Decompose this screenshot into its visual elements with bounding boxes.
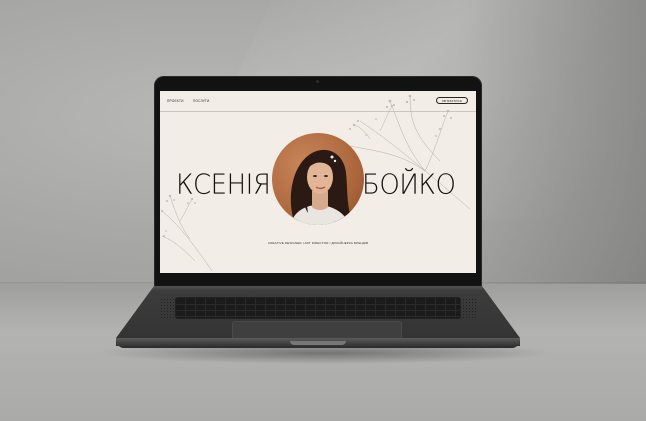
contact-button[interactable]: ЗВ'ЯЗАТИСЬ <box>436 97 468 104</box>
nav-services-link[interactable]: ПОСЛУГИ <box>193 99 210 103</box>
laptop-trackpad <box>232 321 402 339</box>
webcam <box>316 80 319 83</box>
profile-photo <box>272 133 364 225</box>
hero-tagline: CREATIVE DESIGNER | ART DIRECTOR | ДИЗАЙ… <box>267 241 369 245</box>
laptop-screen: ПРОЄКТИ ПОСЛУГИ ЗВ'ЯЗАТИСЬ КСЕНІЯ БОЙКО … <box>160 91 476 273</box>
botanical-sprig-icon <box>161 194 213 272</box>
portrait-illustration <box>290 149 354 225</box>
hero-last-name: БОЙКО <box>362 169 456 201</box>
hero-first-name: КСЕНІЯ <box>176 169 271 201</box>
laptop-keyboard <box>176 298 460 318</box>
wall-shadow <box>456 0 646 290</box>
nav-projects-link[interactable]: ПРОЄКТИ <box>167 99 184 103</box>
site-navbar: ПРОЄКТИ ПОСЛУГИ ЗВ'ЯЗАТИСЬ <box>160 91 476 112</box>
laptop-lid-notch <box>290 341 346 345</box>
